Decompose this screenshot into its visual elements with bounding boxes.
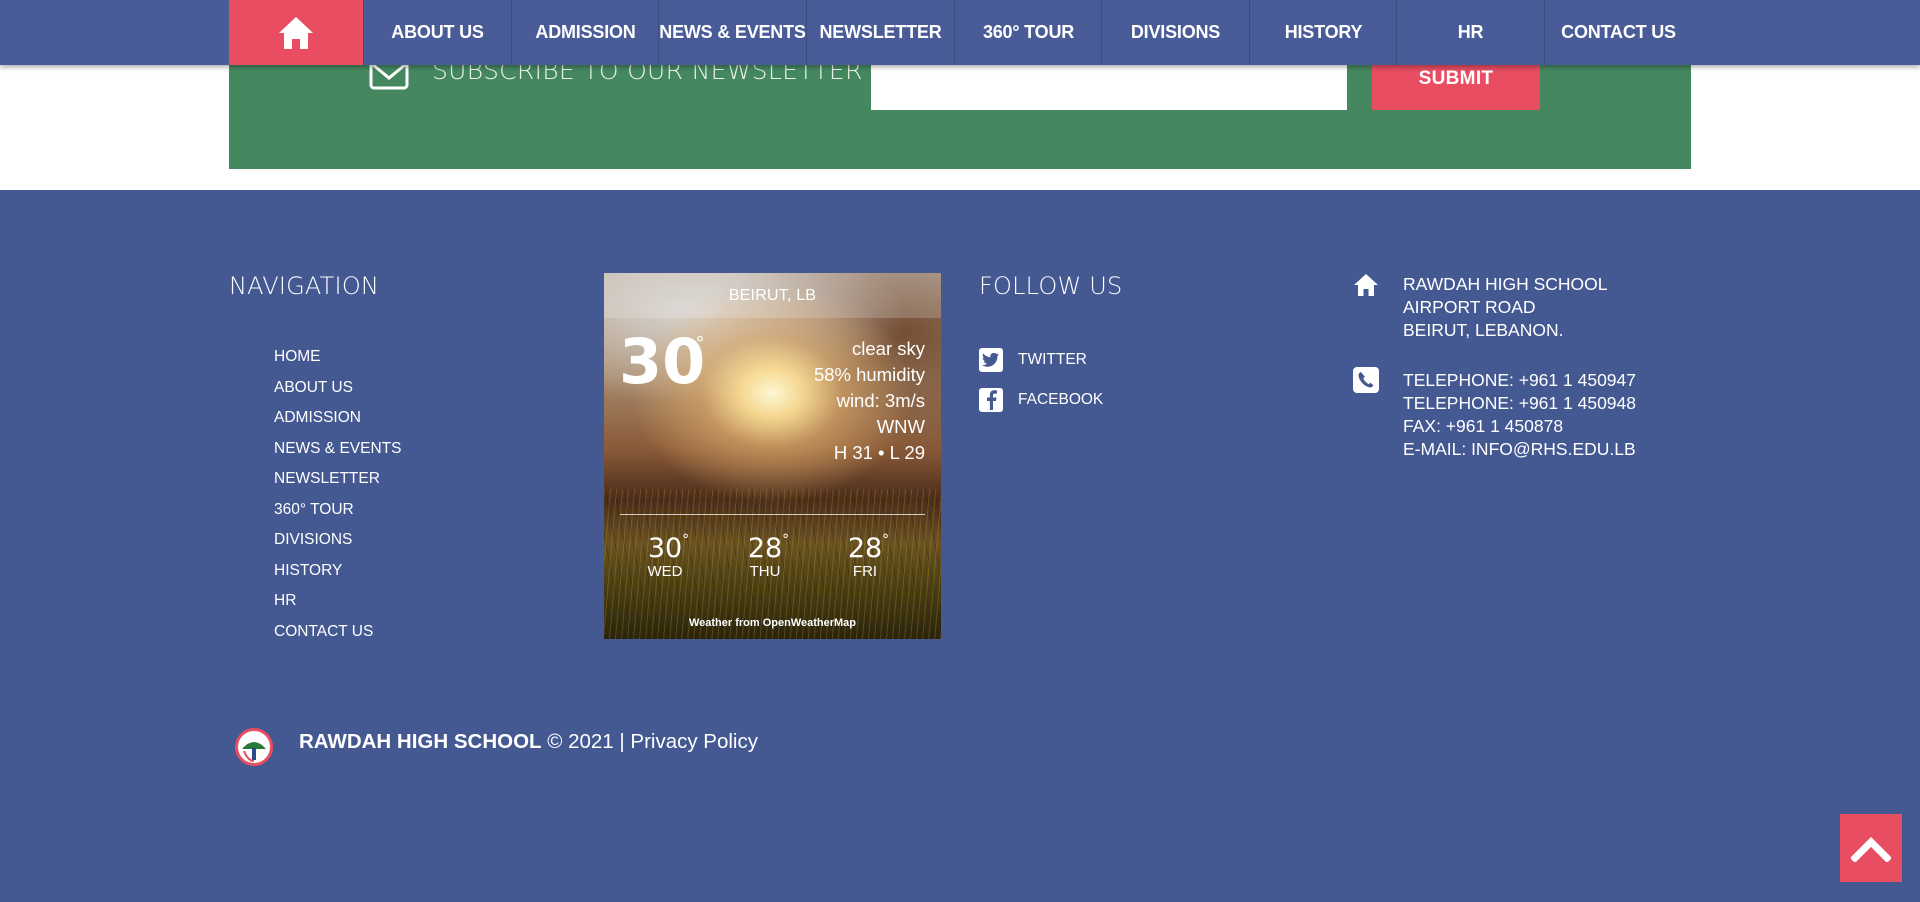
weather-divider xyxy=(620,514,925,515)
forecast-day: 28 ° THU xyxy=(735,532,795,580)
privacy-policy-link[interactable]: Privacy Policy xyxy=(630,730,758,753)
weather-high-low: H 31 • L 29 xyxy=(833,442,925,463)
weather-details: clear sky 58% humidity wind: 3m/s WNW H … xyxy=(814,336,925,466)
forecast-degree: ° xyxy=(882,532,890,548)
footer-school-name: RAWDAH HIGH SCHOOL xyxy=(299,730,542,753)
forecast-degree: ° xyxy=(682,532,690,548)
footer-nav-link[interactable]: NEWS & EVENTS xyxy=(274,438,401,469)
social-link-twitter[interactable]: TWITTER xyxy=(979,348,1087,372)
forecast-day-label: THU xyxy=(749,563,781,580)
home-icon xyxy=(279,16,313,49)
footer-nav-link[interactable]: ADMISSION xyxy=(274,407,401,438)
weather-degree-symbol: ° xyxy=(696,333,704,355)
nav-item-history[interactable]: HISTORY xyxy=(1249,0,1397,65)
weather-widget: BEIRUT, LB 30 ° clear sky 58% humidity w… xyxy=(604,273,941,639)
footer-nav-link[interactable]: 360° TOUR xyxy=(274,499,401,530)
copyright-text: RAWDAH HIGH SCHOOL © 2021 | Privacy Poli… xyxy=(299,730,758,754)
address-line: AIRPORT ROAD xyxy=(1403,297,1536,317)
copyright-year: © 2021 | xyxy=(541,730,631,753)
main-navbar: ABOUT US ADMISSION NEWS & EVENTS NEWSLET… xyxy=(0,0,1920,65)
weather-wind: wind: 3m/s xyxy=(836,390,925,411)
home-icon xyxy=(1354,274,1378,296)
twitter-icon xyxy=(979,348,1003,372)
phone-icon xyxy=(1353,367,1379,393)
social-link-facebook[interactable]: FACEBOOK xyxy=(979,388,1103,412)
fax-number: FAX: +961 1 450878 xyxy=(1403,416,1564,436)
weather-description: clear sky xyxy=(852,338,925,359)
weather-humidity: 58% humidity xyxy=(813,364,925,385)
footer-nav-link[interactable]: DIVISIONS xyxy=(274,529,401,560)
nav-item-news-events[interactable]: NEWS & EVENTS xyxy=(658,0,806,65)
forecast-day-label: WED xyxy=(647,563,683,580)
footer-nav-link[interactable]: ABOUT US xyxy=(274,377,401,408)
forecast-degree: ° xyxy=(782,532,790,548)
footer-nav-link[interactable]: NEWSLETTER xyxy=(274,468,401,499)
telephone-2[interactable]: TELEPHONE: +961 1 450948 xyxy=(1403,392,1636,415)
facebook-label: FACEBOOK xyxy=(1018,391,1104,408)
footer-nav-link[interactable]: HR xyxy=(274,590,401,621)
contact-phones: TELEPHONE: +961 1 450947 TELEPHONE: +961… xyxy=(1403,369,1636,461)
nav-home-button[interactable] xyxy=(229,0,363,65)
weather-wind-direction: WNW xyxy=(876,416,925,437)
weather-current-temp: 30 xyxy=(619,325,706,398)
weather-location: BEIRUT, LB xyxy=(604,273,941,318)
forecast-day: 30 ° WED xyxy=(635,532,695,580)
address-line: RAWDAH HIGH SCHOOL xyxy=(1403,274,1608,294)
contact-address: RAWDAH HIGH SCHOOL AIRPORT ROAD BEIRUT, … xyxy=(1403,273,1608,342)
telephone-1[interactable]: TELEPHONE: +961 1 450947 xyxy=(1403,369,1636,392)
follow-us-title: FOLLOW US xyxy=(979,272,1123,300)
navigation-title: NAVIGATION xyxy=(229,272,380,300)
twitter-label: TWITTER xyxy=(1018,351,1087,368)
weather-credit[interactable]: Weather from OpenWeatherMap xyxy=(604,617,941,629)
nav-item-about-us[interactable]: ABOUT US xyxy=(363,0,511,65)
email-address[interactable]: E-MAIL: INFO@RHS.EDU.LB xyxy=(1403,438,1636,461)
address-line: BEIRUT, LEBANON. xyxy=(1403,320,1564,340)
facebook-icon xyxy=(979,388,1003,412)
chevron-up-icon xyxy=(1851,837,1891,862)
nav-item-divisions[interactable]: DIVISIONS xyxy=(1101,0,1249,65)
forecast-temp: 28 xyxy=(847,533,883,564)
back-to-top-button[interactable] xyxy=(1840,814,1902,882)
nav-item-360-tour[interactable]: 360° TOUR xyxy=(954,0,1102,65)
nav-item-contact-us[interactable]: CONTACT US xyxy=(1544,0,1692,65)
nav-item-admission[interactable]: ADMISSION xyxy=(511,0,659,65)
nav-item-newsletter[interactable]: NEWSLETTER xyxy=(806,0,954,65)
footer-nav-list: HOME ABOUT US ADMISSION NEWS & EVENTS NE… xyxy=(274,346,401,651)
forecast-day-label: FRI xyxy=(852,563,878,580)
forecast-temp: 28 xyxy=(747,533,783,564)
school-logo xyxy=(235,728,273,766)
forecast-temp: 30 xyxy=(647,533,683,564)
nav-item-hr[interactable]: HR xyxy=(1396,0,1544,65)
footer-nav-link[interactable]: CONTACT US xyxy=(274,621,401,652)
forecast-day: 28 ° FRI xyxy=(835,532,895,580)
footer-nav-link[interactable]: HISTORY xyxy=(274,560,401,591)
footer-nav-link[interactable]: HOME xyxy=(274,346,401,377)
